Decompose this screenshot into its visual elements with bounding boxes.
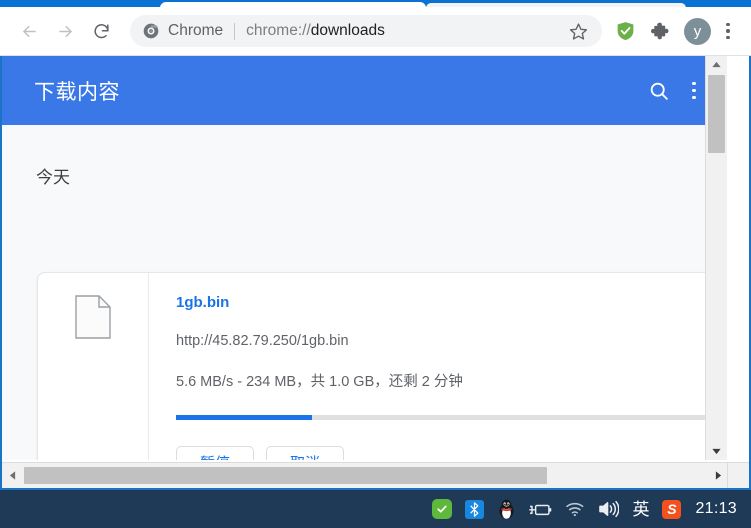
downloads-page: 下载内容 今天: [2, 56, 727, 460]
horizontal-scroll-thumb[interactable]: [24, 467, 547, 484]
download-details: 1gb.bin http://45.82.79.250/1gb.bin 5.6 …: [149, 273, 727, 460]
arrow-left-icon: [20, 22, 39, 41]
chrome-logo-icon: [143, 23, 159, 39]
reload-icon: [92, 22, 111, 41]
avatar-initial: y: [694, 24, 702, 39]
pause-button[interactable]: 暂停: [176, 446, 254, 460]
tray-qq[interactable]: [497, 496, 516, 522]
tray-ime[interactable]: 英: [632, 496, 649, 522]
system-taskbar: 英 S 21:13: [0, 490, 751, 528]
vertical-scrollbar[interactable]: [705, 56, 727, 460]
omnibox-app-chip: Chrome: [168, 22, 223, 40]
back-button[interactable]: [14, 16, 44, 46]
scroll-up-button[interactable]: [706, 56, 727, 73]
file-icon-column: [38, 273, 149, 460]
page-frame: 下载内容 今天: [0, 56, 751, 490]
tray-volume[interactable]: [598, 496, 619, 522]
section-header-today: 今天: [36, 163, 70, 188]
horizontal-scrollbar[interactable]: [2, 462, 749, 488]
menu-dot: [726, 29, 729, 32]
adguard-shield-button[interactable]: [610, 16, 640, 46]
download-action-buttons: 暂停 取消: [176, 446, 727, 460]
adguard-shield-icon: [615, 20, 636, 42]
downloads-header: 下载内容: [2, 56, 727, 125]
chevron-left-icon: [9, 471, 16, 480]
extensions-puzzle-icon: [651, 21, 671, 41]
ime-indicator: 英: [632, 501, 649, 518]
bluetooth-icon: [465, 500, 484, 519]
search-button[interactable]: [639, 71, 679, 111]
tray-battery[interactable]: [529, 496, 552, 522]
browser-menu-button[interactable]: [715, 16, 741, 46]
browser-window: Chrome chrome://downloads y: [0, 0, 751, 490]
forward-button[interactable]: [50, 16, 80, 46]
three-dot-menu-icon: [692, 82, 696, 86]
url-scheme: chrome://: [246, 22, 311, 39]
file-name-link[interactable]: 1gb.bin: [176, 295, 727, 312]
tray-sogou[interactable]: S: [662, 496, 681, 522]
scroll-left-button[interactable]: [4, 463, 21, 488]
generic-file-icon: [75, 295, 111, 339]
bluetooth-glyph: [468, 502, 481, 517]
menu-dot: [692, 89, 696, 93]
chevron-right-icon: [715, 471, 722, 480]
arrow-right-icon: [56, 22, 75, 41]
tray-bluetooth[interactable]: [465, 496, 484, 522]
wifi-icon: [565, 501, 585, 517]
tray-checkmark[interactable]: [432, 496, 452, 522]
download-status-text: 5.6 MB/s - 234 MB，共 1.0 GB，还剩 2 分钟: [176, 375, 727, 391]
taskbar-clock: 21:13: [695, 500, 737, 518]
browser-toolbar: Chrome chrome://downloads y: [0, 7, 751, 56]
download-progress-fill: [176, 415, 312, 420]
tab-strip: [0, 0, 751, 7]
check-icon: [436, 503, 448, 515]
page-title: 下载内容: [34, 76, 639, 106]
chevron-up-icon: [712, 61, 721, 68]
menu-dot: [692, 96, 696, 100]
battery-charging-icon: [529, 501, 552, 518]
scroll-down-button[interactable]: [706, 443, 727, 460]
bookmark-button[interactable]: [564, 17, 592, 45]
file-source-url: http://45.82.79.250/1gb.bin: [176, 334, 727, 350]
qq-penguin-icon: [497, 499, 516, 520]
three-dot-menu-icon: [726, 23, 729, 26]
extensions-button[interactable]: [646, 16, 676, 46]
reload-button[interactable]: [86, 16, 116, 46]
sogou-input-icon: S: [662, 500, 681, 519]
download-progress-bar: [176, 415, 727, 420]
omnibox-url: chrome://downloads: [246, 22, 562, 40]
system-tray: 英 S: [432, 496, 681, 522]
cancel-button[interactable]: 取消: [266, 446, 344, 460]
omnibox-separator: [234, 23, 235, 40]
chevron-down-icon: [712, 448, 721, 455]
sogou-letter: S: [667, 502, 676, 516]
scrollbar-corner: [727, 462, 749, 488]
url-path: downloads: [311, 22, 385, 39]
search-icon: [648, 80, 670, 102]
scroll-right-button[interactable]: [710, 463, 727, 488]
downloads-body: 今天 1gb.bin http://45.82.79.250/1gb.bin 5…: [2, 125, 727, 460]
download-item-card[interactable]: 1gb.bin http://45.82.79.250/1gb.bin 5.6 …: [37, 272, 727, 460]
vertical-scroll-thumb[interactable]: [708, 75, 725, 153]
volume-icon: [598, 500, 619, 518]
menu-dot: [726, 36, 729, 39]
bookmark-star-icon: [569, 22, 588, 41]
profile-avatar[interactable]: y: [684, 18, 711, 45]
address-bar[interactable]: Chrome chrome://downloads: [130, 15, 602, 47]
checkmark-badge-icon: [432, 499, 452, 519]
tray-wifi[interactable]: [565, 496, 585, 522]
